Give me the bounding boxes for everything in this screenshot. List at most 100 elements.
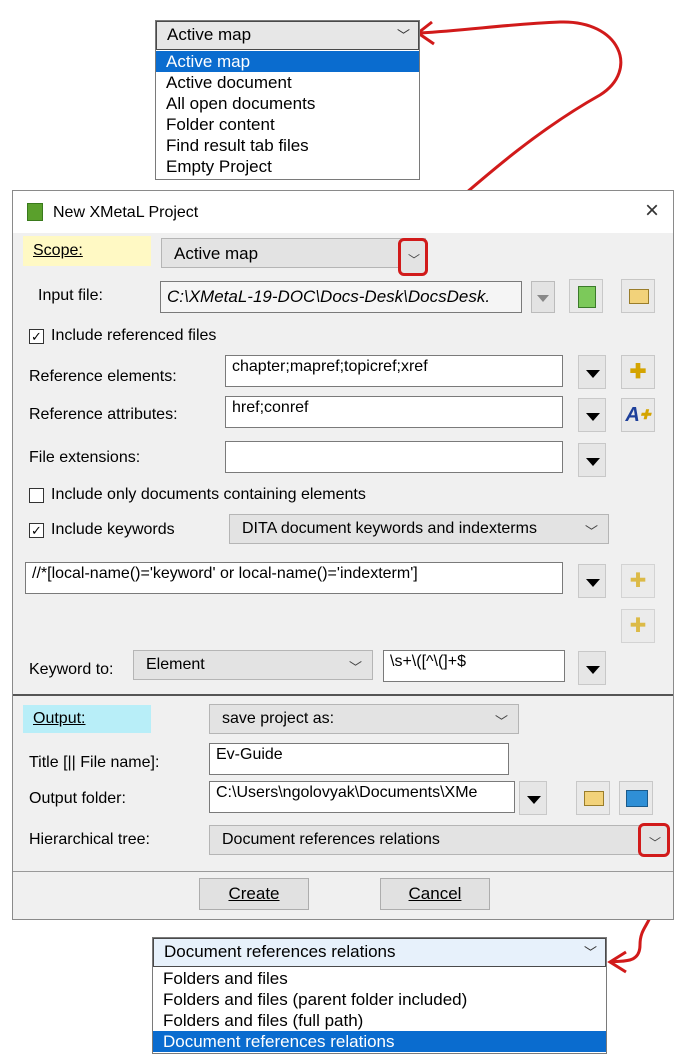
open-folder-icon [626,790,648,807]
open-output-folder-button[interactable] [619,781,653,815]
xpath-field[interactable]: //*[local-name()='keyword' or local-name… [25,562,563,594]
xpath-dropdown[interactable] [578,564,606,598]
scope-label: Scope: [23,236,151,266]
include-only-docs-checkbox[interactable] [29,488,44,503]
dropdown-arrow-icon [586,458,600,466]
hierarchical-tree-chevron-button[interactable]: ﹀ [638,823,670,857]
new-project-dialog: New XMetaL Project × Scope: Active map ﹀… [12,190,674,920]
include-referenced-checkbox[interactable]: ✓ [29,329,44,344]
input-file-dropdown[interactable] [531,281,555,313]
chevron-down-icon: ﹀ [494,714,508,729]
output-folder-value: C:\Users\ngolovyak\Documents\XMe [216,784,478,801]
reference-elements-field[interactable]: chapter;mapref;topicref;xref [225,355,563,387]
reference-elements-label: Reference elements: [29,368,177,385]
input-file-field[interactable]: C:\XMetaL-19-DOC\Docs-Desk\DocsDesk. [160,281,522,313]
title-bar: New XMetaL Project × [13,191,673,233]
scope-dropdown-header[interactable]: Active map ﹀ [156,21,419,50]
divider [13,694,673,696]
scope-dropdown-selected: Active map [167,25,252,44]
add-element-button[interactable]: ✚ [621,355,655,389]
scope-option[interactable]: All open documents [156,93,419,114]
scope-option[interactable]: Active document [156,72,419,93]
output-folder-label: Output folder: [29,790,126,807]
button-bar: Create Cancel [13,871,673,919]
title-field-value: Ev-Guide [216,746,283,763]
add-attribute-button[interactable]: A✚ [621,398,655,432]
dropdown-arrow-icon [586,666,600,674]
tree-option[interactable]: Folders and files (full path) [153,1010,606,1031]
scope-option[interactable]: Empty Project [156,156,419,177]
add-xpath-button-2[interactable]: ✚ [621,609,655,643]
keywords-source-value: DITA document keywords and indexterms [242,520,537,537]
file-extensions-field[interactable] [225,441,563,473]
hierarchical-tree-label: Hierarchical tree: [29,831,150,848]
reference-attributes-dropdown[interactable] [578,398,606,432]
refresh-map-button[interactable] [569,279,603,313]
scope-option[interactable]: Active map [156,51,419,72]
dropdown-arrow-icon [586,579,600,587]
keyword-regex-value: \s+\([^\(]+$ [390,653,466,670]
keyword-to-value: Element [146,656,205,673]
tree-option[interactable]: Folders and files (parent folder include… [153,989,606,1010]
include-keywords-checkbox[interactable]: ✓ [29,523,44,538]
reference-attributes-field[interactable]: href;conref [225,396,563,428]
cancel-button[interactable]: Cancel [380,878,490,910]
reference-elements-dropdown[interactable] [578,355,606,389]
tree-dropdown-popup: Document references relations ﹀ Folders … [152,937,607,1054]
tree-option[interactable]: Folders and files [153,968,606,989]
scope-combo[interactable]: Active map [161,238,426,268]
dropdown-arrow-icon [586,370,600,378]
tree-dropdown-header[interactable]: Document references relations ﹀ [153,938,606,967]
keywords-source-combo[interactable]: DITA document keywords and indexterms ﹀ [229,514,609,544]
refresh-icon [578,286,596,308]
scope-dropdown-popup: Active map ﹀ Active map Active document … [155,20,420,180]
input-file-label: Input file: [38,287,103,304]
chevron-down-icon: ﹀ [583,945,597,960]
tree-option[interactable]: Document references relations [153,1031,606,1052]
browse-output-button[interactable] [576,781,610,815]
cancel-button-label: Cancel [408,884,462,903]
chevron-down-icon: ﹀ [584,524,598,539]
app-icon [27,203,43,221]
file-extensions-dropdown[interactable] [578,443,606,477]
output-label: Output: [23,705,151,733]
close-icon[interactable]: × [645,197,659,225]
xpath-value: //*[local-name()='keyword' or local-name… [32,565,418,582]
reference-attributes-value: href;conref [232,399,309,416]
output-folder-dropdown[interactable] [519,781,547,815]
reference-attributes-label: Reference attributes: [29,406,178,423]
create-button-label: Create [228,884,280,903]
scope-option[interactable]: Folder content [156,114,419,135]
keyword-to-combo[interactable]: Element ﹀ [133,650,373,680]
hierarchical-tree-value: Document references relations [222,831,440,848]
chevron-down-icon: ﹀ [396,28,410,43]
keyword-to-label: Keyword to: [29,661,114,678]
include-only-docs-label: Include only documents containing elemen… [51,486,366,503]
folder-icon [629,289,649,304]
include-keywords-label: Include keywords [51,521,175,538]
output-value: save project as: [222,710,335,727]
create-button[interactable]: Create [199,878,309,910]
chevron-down-icon: ﹀ [408,253,421,267]
dropdown-arrow-icon [537,295,549,302]
reference-elements-value: chapter;mapref;topicref;xref [232,358,428,375]
keyword-regex-field[interactable]: \s+\([^\(]+$ [383,650,565,682]
output-folder-field[interactable]: C:\Users\ngolovyak\Documents\XMe [209,781,515,813]
folder-icon [584,791,604,806]
hierarchical-tree-combo[interactable]: Document references relations [209,825,659,855]
chevron-down-icon: ﹀ [649,836,662,850]
scope-chevron-button[interactable]: ﹀ [398,238,428,276]
browse-input-button[interactable] [621,279,655,313]
output-combo[interactable]: save project as: ﹀ [209,704,519,734]
include-referenced-label: Include referenced files [51,327,217,344]
file-extensions-label: File extensions: [29,449,141,466]
scope-value: Active map [174,244,259,263]
keyword-regex-dropdown[interactable] [578,651,606,685]
add-xpath-button[interactable]: ✚ [621,564,655,598]
input-file-value: C:\XMetaL-19-DOC\Docs-Desk\DocsDesk. [167,287,491,306]
title-field[interactable]: Ev-Guide [209,743,509,775]
scope-option[interactable]: Find result tab files [156,135,419,156]
dialog-title: New XMetaL Project [53,204,199,221]
dropdown-arrow-icon [586,413,600,421]
dropdown-arrow-icon [527,796,541,804]
